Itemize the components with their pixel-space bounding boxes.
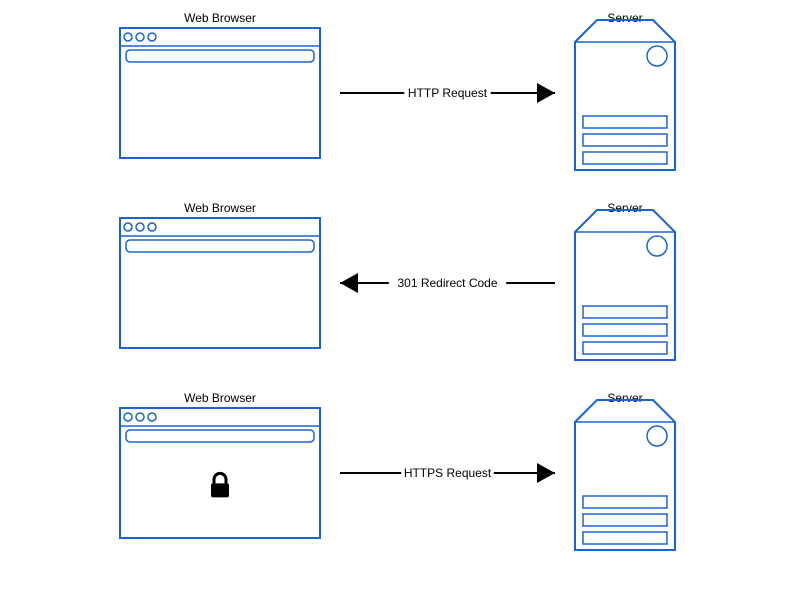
web-browser	[120, 218, 320, 348]
server-slot	[583, 532, 667, 544]
arrow-label: HTTPS Request	[404, 466, 492, 480]
server	[575, 400, 675, 550]
flow-arrow: HTTP Request	[340, 83, 555, 103]
traffic-light-icon	[148, 33, 156, 41]
flow-arrow: 301 Redirect Code	[340, 273, 555, 293]
server-label: Server	[607, 201, 642, 215]
server	[575, 20, 675, 170]
traffic-light-icon	[148, 413, 156, 421]
traffic-light-icon	[148, 223, 156, 231]
server-slot	[583, 342, 667, 354]
arrow-label: HTTP Request	[408, 86, 488, 100]
server-indicator-icon	[647, 426, 667, 446]
address-bar	[126, 430, 314, 442]
traffic-light-icon	[124, 413, 132, 421]
server-label: Server	[607, 391, 642, 405]
server-indicator-icon	[647, 46, 667, 66]
server-slot	[583, 306, 667, 318]
traffic-light-icon	[136, 413, 144, 421]
address-bar	[126, 240, 314, 252]
server	[575, 210, 675, 360]
traffic-light-icon	[124, 33, 132, 41]
browser-frame	[120, 218, 320, 348]
web-browser	[120, 408, 320, 538]
browser-label: Web Browser	[184, 391, 256, 405]
server-slot	[583, 116, 667, 128]
arrow-left-icon	[340, 273, 358, 293]
arrow-right-icon	[537, 83, 555, 103]
arrow-right-icon	[537, 463, 555, 483]
web-browser	[120, 28, 320, 158]
server-slot	[583, 152, 667, 164]
server-slot	[583, 134, 667, 146]
flow-arrow: HTTPS Request	[340, 463, 555, 483]
arrow-label: 301 Redirect Code	[397, 276, 497, 290]
server-slot	[583, 514, 667, 526]
lock-icon	[211, 473, 229, 497]
browser-frame	[120, 28, 320, 158]
browser-label: Web Browser	[184, 11, 256, 25]
traffic-light-icon	[124, 223, 132, 231]
traffic-light-icon	[136, 33, 144, 41]
address-bar	[126, 50, 314, 62]
server-slot	[583, 496, 667, 508]
server-label: Server	[607, 11, 642, 25]
server-indicator-icon	[647, 236, 667, 256]
browser-label: Web Browser	[184, 201, 256, 215]
server-slot	[583, 324, 667, 336]
traffic-light-icon	[136, 223, 144, 231]
